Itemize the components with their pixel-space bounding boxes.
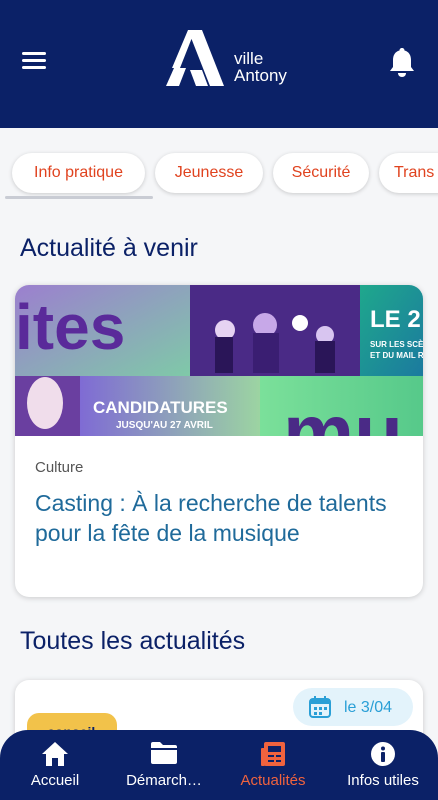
category-chips: Info pratique Jeunesse Sécurité Trans — [0, 128, 438, 218]
nav-actualites[interactable]: Actualités — [218, 730, 328, 800]
home-icon — [42, 742, 68, 766]
featured-news-card[interactable]: ites LE 2 SUR LES SCÈ ET DU MAIL R CANDI… — [15, 285, 423, 597]
chip-jeunesse[interactable]: Jeunesse — [155, 153, 263, 193]
news-category: Culture — [35, 459, 84, 476]
nav-label: Infos utiles — [347, 772, 419, 789]
ville-antony-logo: ville Antony — [162, 28, 312, 92]
nav-label: Accueil — [30, 772, 80, 789]
banner-candidatures: CANDIDATURES — [93, 398, 228, 417]
app-screen: ville Antony Info pratique Jeunesse Sécu… — [0, 0, 438, 800]
banner-le-sub2: ET DU MAIL R — [370, 351, 423, 360]
bottom-navigation: Accueil Démarch… Actualités Infos utiles — [0, 730, 438, 800]
logo-line-2: Antony — [234, 66, 287, 85]
chip-info-pratique[interactable]: Info pratique — [12, 153, 145, 193]
logo-line-1: ville — [234, 49, 264, 68]
app-header: ville Antony — [0, 0, 438, 128]
date-badge: le 3/04 — [293, 688, 413, 726]
folder-icon — [151, 742, 177, 764]
banner-word-left: ites — [15, 291, 125, 363]
newspaper-icon — [261, 742, 285, 766]
news-banner-image: ites LE 2 SUR LES SCÈ ET DU MAIL R CANDI… — [15, 285, 423, 436]
date-text: le 3/04 — [344, 699, 393, 716]
logo-wordmark: ville Antony — [234, 50, 287, 84]
nav-infos-utiles[interactable]: Infos utiles — [328, 730, 438, 800]
chip-securite[interactable]: Sécurité — [273, 153, 369, 193]
banner-word-right: mu — [283, 388, 403, 436]
nav-label: Actualités — [240, 772, 306, 789]
calendar-icon — [309, 696, 331, 718]
info-icon — [371, 742, 395, 766]
hamburger-menu-icon[interactable] — [22, 52, 48, 74]
nav-label: Démarch… — [126, 772, 202, 789]
banner-deadline: JUSQU'AU 27 AVRIL — [116, 420, 213, 431]
nav-accueil[interactable]: Accueil — [0, 730, 110, 800]
chip-transport[interactable]: Trans — [379, 153, 438, 193]
bell-icon[interactable] — [388, 46, 416, 78]
section-title-upcoming: Actualité à venir — [20, 234, 198, 262]
chips-scroll-indicator — [5, 196, 153, 199]
nav-demarches[interactable]: Démarch… — [110, 730, 218, 800]
news-headline[interactable]: Casting : À la recherche de talents pour… — [35, 488, 410, 548]
banner-le-text: LE 2 — [370, 306, 421, 333]
section-title-all-news: Toutes les actualités — [20, 627, 246, 655]
banner-le-sub1: SUR LES SCÈ — [370, 340, 423, 349]
